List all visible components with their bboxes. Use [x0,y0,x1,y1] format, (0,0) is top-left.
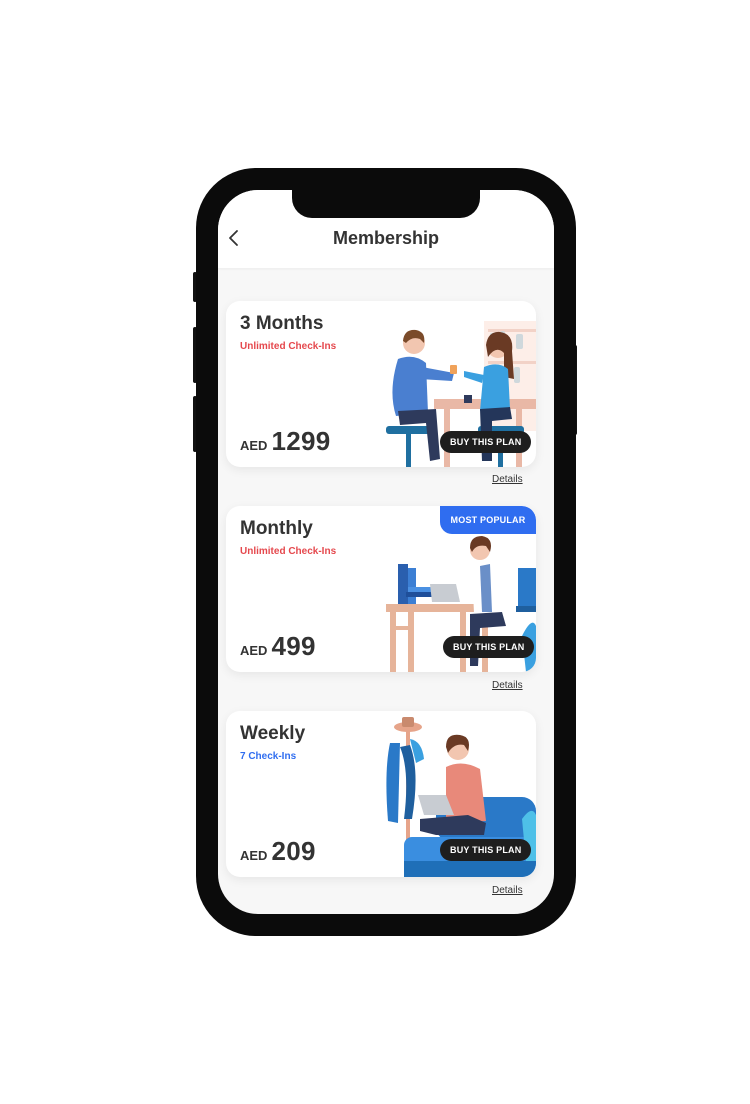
page-title: Membership [332,228,440,248]
price-amount: 209 [271,836,316,866]
buy-plan-button[interactable]: BUY THIS PLAN [443,636,535,658]
buy-plan-button[interactable]: BUY THIS PLAN [440,839,532,861]
plan-price: AED 209 [240,836,316,867]
notch [292,190,480,218]
plan-card-weekly[interactable]: Weekly 7 Check-Ins AED 209 BUY THIS PLAN [226,711,536,877]
plan-name: Weekly [240,723,306,744]
price-currency: AED [240,438,268,453]
plan-price: AED 499 [240,631,316,662]
phone-frame: Membership 3 Months Unlimited Check-Ins [196,168,576,936]
plan-name: Monthly [240,518,313,539]
price-amount: 499 [271,631,316,661]
details-link[interactable]: Details [492,885,523,896]
plan-price: AED 1299 [240,426,331,457]
plan-name: 3 Months [240,313,324,334]
price-currency: AED [240,848,268,863]
plan-checkins: 7 Check-Ins [240,751,297,762]
details-link[interactable]: Details [492,680,523,691]
plan-checkins: Unlimited Check-Ins [240,341,337,352]
details-link[interactable]: Details [492,474,523,485]
most-popular-badge: MOST POPULAR [440,506,536,534]
price-currency: AED [240,643,268,658]
buy-plan-button[interactable]: BUY THIS PLAN [440,431,532,453]
plan-checkins: Unlimited Check-Ins [240,546,337,557]
plan-card-monthly[interactable]: Monthly Unlimited Check-Ins MOST POPULAR… [226,506,536,672]
app-screen: Membership 3 Months Unlimited Check-Ins [218,190,554,914]
price-amount: 1299 [271,426,331,456]
plan-card-3-months[interactable]: 3 Months Unlimited Check-Ins AED 1299 BU… [226,301,536,467]
